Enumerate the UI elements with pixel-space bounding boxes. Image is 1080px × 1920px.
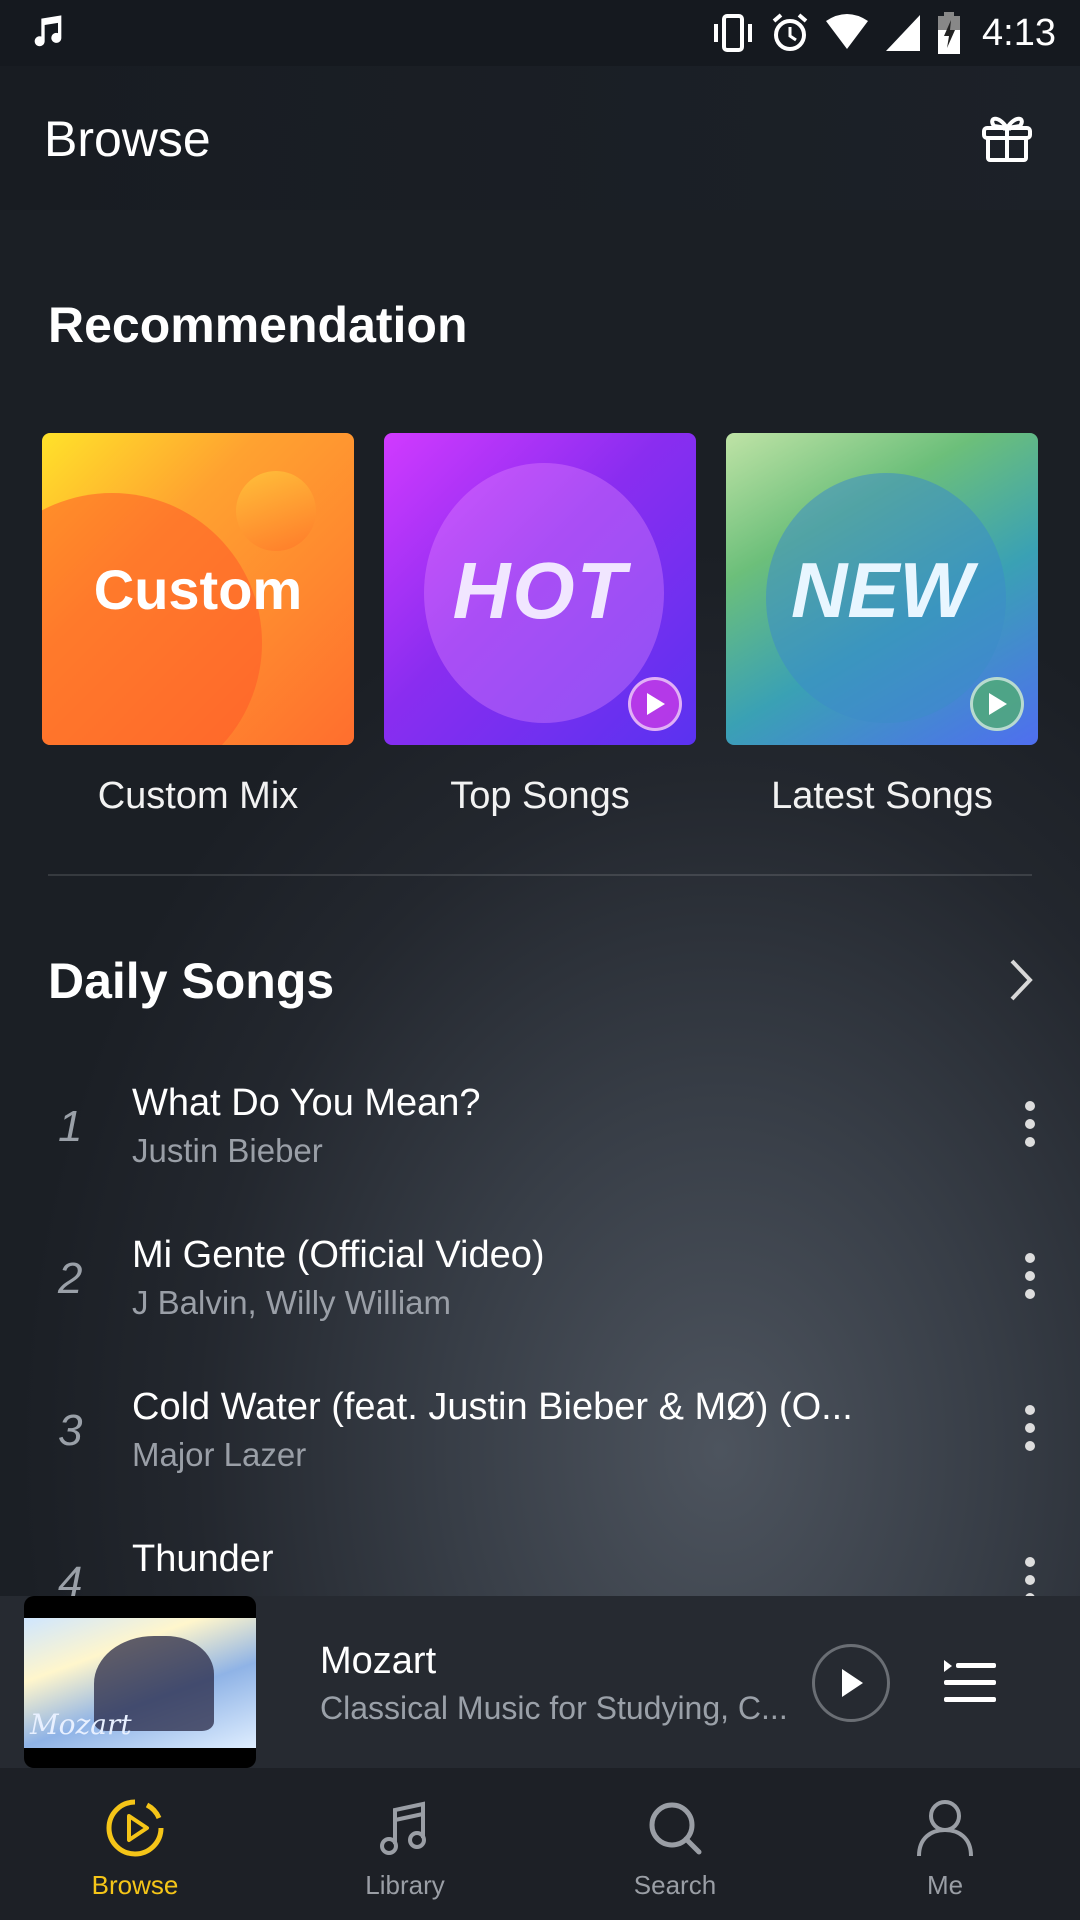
daily-songs-title: Daily Songs [48, 953, 335, 1009]
more-vertical-icon[interactable] [1010, 1246, 1050, 1306]
section-divider [48, 874, 1032, 876]
tab-browse[interactable]: Browse [0, 1768, 270, 1920]
tab-label: Me [926, 1870, 964, 1900]
status-icons: 4:13 [710, 10, 1056, 56]
song-artist: Justin Bieber [132, 1132, 323, 1169]
art-text: NEW [791, 546, 973, 634]
vibrate-icon [714, 14, 753, 52]
gift-icon[interactable] [980, 110, 1034, 164]
tab-label: Browse [91, 1870, 179, 1900]
now-playing-artwork[interactable]: Mozart [24, 1596, 256, 1768]
song-rank: 3 [58, 1406, 83, 1455]
tab-library[interactable]: Library [270, 1768, 540, 1920]
now-playing-subtitle: Classical Music for Studying, C... [320, 1690, 788, 1726]
play-icon[interactable] [970, 677, 1024, 731]
card-label: Custom Mix [97, 775, 299, 817]
more-vertical-icon[interactable] [1010, 1398, 1050, 1458]
song-artist: J Balvin, Willy William [132, 1284, 452, 1321]
browse-icon [106, 1799, 164, 1857]
page-title: Browse [44, 111, 211, 167]
library-icon [380, 1801, 426, 1855]
clock: 4:13 [982, 11, 1056, 54]
more-vertical-icon[interactable] [1010, 1550, 1050, 1598]
tab-search[interactable]: Search [540, 1768, 810, 1920]
card-latest-songs[interactable]: NEW Latest Songs [726, 433, 1038, 818]
battery-charging-icon [938, 12, 961, 54]
latest-songs-art[interactable]: NEW [726, 433, 1038, 745]
play-button[interactable] [812, 1644, 890, 1722]
recommendation-cards: Custom Custom Mix HOT Top Songs NEW Late… [42, 433, 1038, 818]
list-item[interactable]: 3 Cold Water (feat. Justin Bieber & MØ) … [0, 1374, 1080, 1526]
top-songs-art[interactable]: HOT [384, 433, 696, 745]
play-icon[interactable] [628, 677, 682, 731]
now-playing-title: Mozart [320, 1640, 437, 1682]
artwork-text: Mozart [30, 1708, 132, 1741]
song-title: Mi Gente (Official Video) [132, 1234, 545, 1276]
playlist-queue-icon[interactable] [942, 1658, 998, 1706]
song-rank: 1 [58, 1102, 83, 1151]
cell-signal-icon [886, 15, 921, 51]
search-icon [649, 1802, 702, 1855]
song-title: Thunder [132, 1538, 274, 1580]
more-vertical-icon[interactable] [1010, 1094, 1050, 1154]
daily-songs-list: 1 What Do You Mean? Justin Bieber 2 Mi G… [0, 1070, 1080, 1598]
custom-mix-art[interactable]: Custom [42, 433, 354, 745]
play-icon [842, 1669, 863, 1697]
list-item[interactable]: 4 Thunder [0, 1526, 1080, 1598]
profile-icon [917, 1800, 973, 1857]
decor-blob [236, 471, 316, 551]
song-title: What Do You Mean? [132, 1082, 481, 1124]
music-note-icon [34, 15, 62, 47]
recommendation-title: Recommendation [48, 297, 468, 353]
status-bar: 4:13 [0, 0, 1080, 66]
art-text: HOT [452, 546, 628, 635]
app-header: Browse [0, 66, 1080, 210]
tab-me[interactable]: Me [810, 1768, 1080, 1920]
song-title: Cold Water (feat. Justin Bieber & MØ) (O… [132, 1386, 853, 1428]
card-label: Latest Songs [771, 775, 993, 817]
alarm-icon [772, 13, 808, 51]
tab-label: Search [633, 1870, 717, 1900]
bottom-tab-bar: Browse Library Search Me [0, 1768, 1080, 1920]
song-rank: 4 [58, 1558, 83, 1598]
list-item[interactable]: 1 What Do You Mean? Justin Bieber [0, 1070, 1080, 1222]
card-custom-mix[interactable]: Custom Custom Mix [42, 433, 354, 818]
tab-label: Library [365, 1870, 445, 1900]
song-artist: Major Lazer [132, 1436, 307, 1473]
card-top-songs[interactable]: HOT Top Songs [384, 433, 696, 818]
art-text: Custom [93, 558, 303, 621]
card-label: Top Songs [450, 775, 630, 817]
list-item[interactable]: 2 Mi Gente (Official Video) J Balvin, Wi… [0, 1222, 1080, 1374]
song-rank: 2 [58, 1254, 83, 1303]
wifi-icon [826, 14, 869, 49]
chevron-right-icon[interactable] [1002, 955, 1038, 1005]
mini-player[interactable]: Mozart Mozart Classical Music for Studyi… [0, 1596, 1080, 1768]
